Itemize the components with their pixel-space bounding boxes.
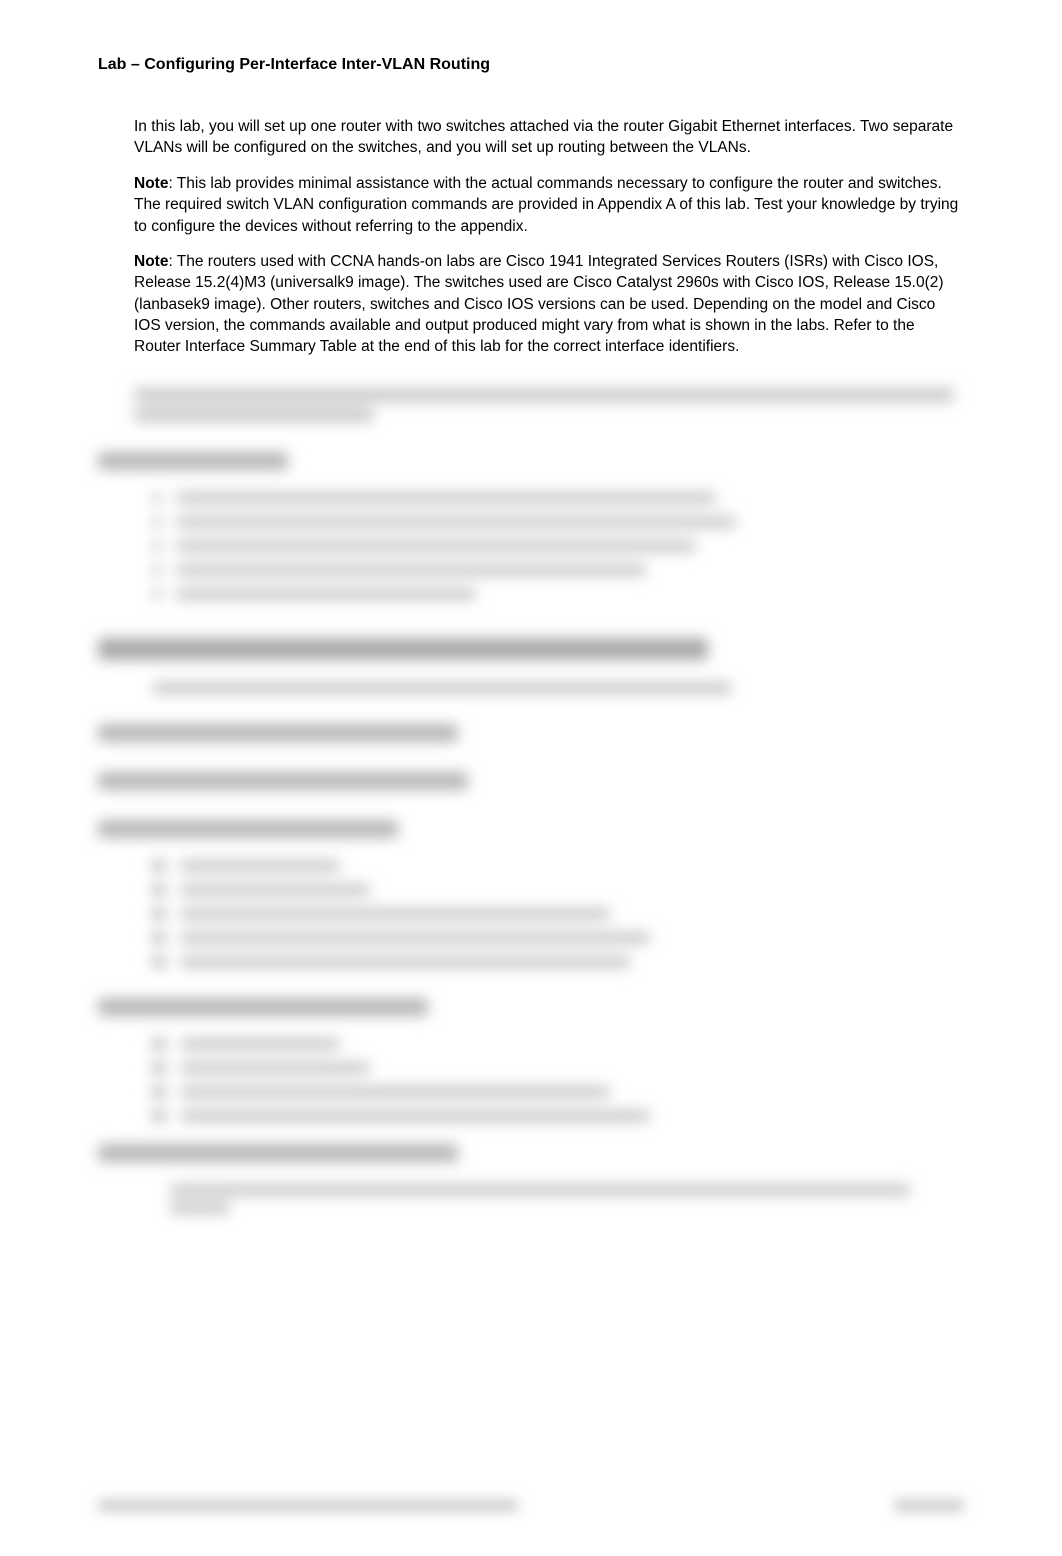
- page-title: Lab – Configuring Per-Interface Inter-VL…: [98, 56, 964, 74]
- note-text-1: : This lab provides minimal assistance w…: [134, 175, 958, 235]
- obscured-content: [134, 372, 964, 1214]
- paragraph-note-2: Note: The routers used with CCNA hands-o…: [134, 251, 964, 358]
- page: Lab – Configuring Per-Interface Inter-VL…: [0, 0, 1062, 1556]
- page-footer: [98, 1499, 964, 1512]
- paragraph-intro: In this lab, you will set up one router …: [134, 116, 964, 159]
- footer-left: [98, 1499, 518, 1512]
- note-text-2: : The routers used with CCNA hands-on la…: [134, 253, 944, 356]
- body: In this lab, you will set up one router …: [134, 116, 964, 1214]
- footer-right: [894, 1499, 964, 1512]
- note-label-1: Note: [134, 175, 168, 192]
- paragraph-note-1: Note: This lab provides minimal assistan…: [134, 173, 964, 237]
- note-label-2: Note: [134, 253, 168, 270]
